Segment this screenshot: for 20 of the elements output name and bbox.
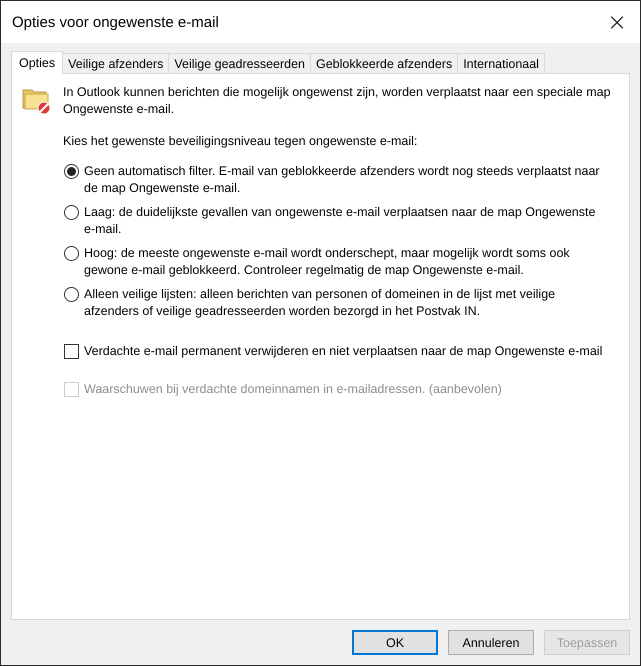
checkbox[interactable] bbox=[64, 344, 79, 359]
tab[interactable]: Veilige afzenders bbox=[62, 53, 170, 73]
radio-label: Alleen veilige lijsten: alleen berichten van personen of domeinen in de lijst met veilige afzenders of veilige geadresseerden worden bezorgd in het Postvak IN. bbox=[84, 286, 556, 320]
window-title: Opties voor ongewenste e-mail bbox=[12, 14, 219, 30]
tab[interactable]: Veilige geadresseerden bbox=[168, 53, 311, 73]
dialog-button[interactable]: Annuleren bbox=[448, 630, 534, 655]
radio-button[interactable] bbox=[64, 246, 79, 261]
radio-label: Geen automatisch filter. E-mail van geblokkeerde afzenders wordt nog steeds verplaatst naar de map Ongewenste e-mail. bbox=[84, 163, 601, 197]
tab[interactable]: Opties bbox=[11, 51, 64, 74]
radio-label: Hoog: de meeste ongewenste e-mail wordt onderschept, maar mogelijk wordt soms ook gewone e-mail geblokkeerd. Controleer regelmatig de map Ongewenste e-mail. bbox=[84, 245, 571, 279]
checkbox-label: Verdachte e-mail permanent verwijderen en niet verplaatsen naar de map Ongewenste e-mail bbox=[84, 343, 604, 360]
radio-label: Laag: de duidelijkste gevallen van ongewenste e-mail verplaatsen naar de map Ongewenste e-mail. bbox=[84, 204, 596, 238]
radio-button[interactable] bbox=[64, 164, 79, 179]
radio-button[interactable] bbox=[64, 287, 79, 302]
intro-text: In Outlook kunnen berichten die mogelijk ongewenst zijn, worden verplaatst naar een speciale map Ongewenste e-mail. bbox=[63, 84, 612, 118]
prompt-text: Kies het gewenste beveiligingsniveau tegen ongewenste e-mail: bbox=[63, 133, 418, 150]
tab[interactable]: Internationaal bbox=[457, 53, 545, 73]
ok-button[interactable]: OK bbox=[352, 630, 438, 655]
radio-button[interactable] bbox=[64, 205, 79, 220]
checkbox-label: Waarschuwen bij verdachte domeinnamen in e-mailadressen. (aanbevolen) bbox=[84, 381, 503, 398]
